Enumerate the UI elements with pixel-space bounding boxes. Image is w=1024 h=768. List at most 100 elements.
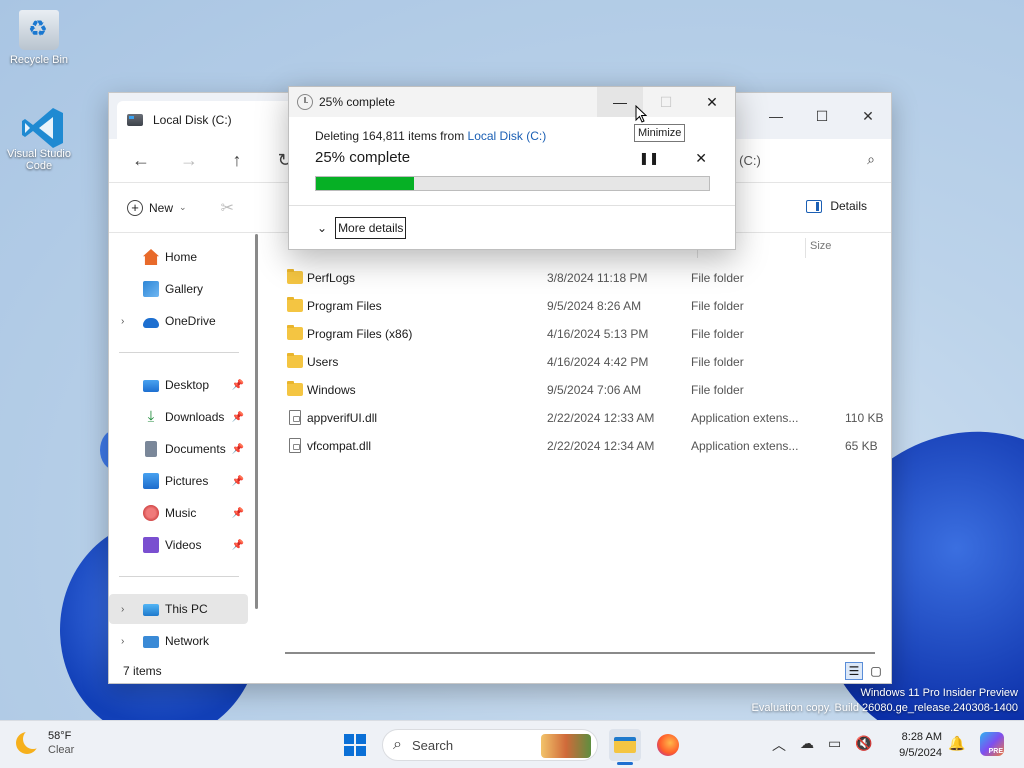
new-button[interactable]: + New ⌄ bbox=[127, 199, 187, 216]
sidebar-item-label: Documents bbox=[165, 442, 226, 456]
weather-widget[interactable]: 58°F Clear bbox=[16, 729, 74, 757]
chevron-up-icon[interactable]: ︿ bbox=[772, 735, 786, 755]
maximize-icon[interactable]: ☐ bbox=[799, 101, 845, 131]
cancel-icon[interactable]: ✕ bbox=[695, 150, 707, 167]
list-item[interactable]: Program Files 9/5/2024 8:26 AM File fold… bbox=[285, 292, 885, 320]
sidebar-item-network[interactable]: › Network bbox=[109, 626, 248, 656]
search-icon[interactable]: ⌕ bbox=[867, 151, 875, 168]
sidebar-item-label: Desktop bbox=[165, 378, 210, 392]
list-item[interactable]: Program Files (x86) 4/16/2024 5:13 PM Fi… bbox=[285, 320, 885, 348]
dll-file-icon bbox=[289, 438, 301, 453]
file-type: File folder bbox=[691, 355, 744, 369]
close-icon[interactable]: ✕ bbox=[845, 101, 891, 131]
pin-icon[interactable]: 📌 bbox=[232, 444, 244, 455]
column-header-size[interactable]: Size bbox=[810, 240, 831, 252]
details-label: Details bbox=[830, 199, 867, 213]
search-placeholder: Search bbox=[411, 737, 454, 753]
start-button[interactable] bbox=[344, 734, 366, 756]
column-divider bbox=[805, 238, 806, 258]
file-name: vfcompat.dll bbox=[307, 439, 372, 453]
file-date: 3/8/2024 11:18 PM bbox=[547, 271, 648, 285]
file-explorer-icon bbox=[614, 737, 636, 753]
sidebar-item-desktop[interactable]: Desktop 📌 bbox=[109, 370, 248, 400]
details-view-icon[interactable]: ☰ bbox=[845, 662, 863, 680]
mouse-cursor-icon bbox=[635, 105, 647, 123]
file-date: 2/22/2024 12:34 AM bbox=[547, 439, 655, 453]
taskbar-search[interactable]: ⌕ Search bbox=[382, 729, 598, 761]
chevron-right-icon[interactable]: › bbox=[121, 316, 124, 327]
copilot-button[interactable]: PRE bbox=[980, 732, 1004, 756]
dialog-title: 25% complete bbox=[319, 95, 396, 109]
sidebar-item-label: This PC bbox=[165, 602, 208, 616]
copilot-badge: PRE bbox=[988, 748, 1003, 755]
sidebar-item-label: Network bbox=[165, 634, 210, 648]
sidebar-divider bbox=[119, 352, 239, 353]
sidebar-item-this-pc[interactable]: › This PC bbox=[109, 594, 248, 624]
pin-icon[interactable]: 📌 bbox=[232, 508, 244, 519]
pause-icon[interactable]: ❚❚ bbox=[639, 151, 659, 165]
sidebar-item-gallery[interactable]: Gallery bbox=[109, 274, 248, 304]
minimize-tooltip: Minimize bbox=[634, 124, 686, 142]
network-offline-icon[interactable]: ☁ bbox=[800, 735, 814, 755]
watermark-line: Evaluation copy. Build 26080.ge_release.… bbox=[751, 702, 1018, 714]
sidebar-item-home[interactable]: Home bbox=[109, 242, 248, 272]
sidebar-item-videos[interactable]: Videos 📌 bbox=[109, 530, 248, 560]
sidebar-item-music[interactable]: Music 📌 bbox=[109, 498, 248, 528]
chevron-right-icon[interactable]: › bbox=[121, 604, 124, 615]
weather-temp: 58°F bbox=[48, 730, 72, 742]
sidebar-item-onedrive[interactable]: › OneDrive bbox=[109, 306, 248, 336]
chevron-right-icon[interactable]: › bbox=[121, 636, 124, 647]
horizontal-scrollbar[interactable] bbox=[285, 652, 875, 654]
list-item[interactable]: Users 4/16/2024 4:42 PM File folder bbox=[285, 348, 885, 376]
taskbar-firefox[interactable] bbox=[652, 729, 684, 761]
new-label: New bbox=[149, 200, 174, 215]
dialog-titlebar: 25% complete — ☐ ✕ bbox=[289, 87, 735, 117]
desktop-icon-recycle-bin[interactable]: Recycle Bin bbox=[1, 10, 77, 66]
list-item[interactable]: PerfLogs 3/8/2024 11:18 PM File folder bbox=[285, 264, 885, 292]
taskbar-clock[interactable]: 8:28 AM 9/5/2024 bbox=[890, 729, 942, 761]
tiles-view-icon[interactable]: ▢ bbox=[867, 662, 885, 680]
pin-icon[interactable]: 📌 bbox=[232, 540, 244, 551]
taskbar-file-explorer[interactable] bbox=[609, 729, 641, 765]
list-item[interactable]: appverifUI.dll 2/22/2024 12:33 AM Applic… bbox=[285, 404, 885, 432]
more-details-button[interactable]: More details bbox=[335, 216, 407, 239]
sidebar-scrollbar[interactable] bbox=[255, 234, 258, 609]
desktop-icon-vscode[interactable]: Visual Studio Code bbox=[1, 104, 77, 172]
list-item[interactable]: Windows 9/5/2024 7:06 AM File folder bbox=[285, 376, 885, 404]
pictures-icon bbox=[143, 473, 159, 489]
cut-icon[interactable]: ✂ bbox=[221, 198, 234, 218]
tab-local-disk[interactable]: Local Disk (C:) bbox=[117, 101, 297, 139]
up-icon[interactable]: ↑ bbox=[217, 145, 257, 177]
pin-icon[interactable]: 📌 bbox=[232, 476, 244, 487]
file-date: 4/16/2024 5:13 PM bbox=[547, 327, 649, 341]
source-link[interactable]: Local Disk (C:) bbox=[468, 129, 547, 143]
clock-time: 8:28 AM bbox=[901, 731, 942, 743]
file-date: 9/5/2024 8:26 AM bbox=[547, 299, 642, 313]
notification-bell-icon[interactable]: 🔔 bbox=[948, 735, 965, 752]
pin-icon[interactable]: 📌 bbox=[232, 412, 244, 423]
forward-icon[interactable]: → bbox=[169, 145, 209, 177]
details-button[interactable]: Details bbox=[806, 199, 867, 213]
system-tray: ︿ ☁ ▭ 🔇 bbox=[772, 735, 873, 755]
search-highlight-icon bbox=[541, 734, 591, 758]
sidebar-item-label: Home bbox=[165, 250, 198, 264]
display-icon[interactable]: ▭ bbox=[828, 735, 841, 755]
home-icon bbox=[143, 249, 159, 265]
sidebar-item-pictures[interactable]: Pictures 📌 bbox=[109, 466, 248, 496]
maximize-icon[interactable]: ☐ bbox=[643, 87, 689, 117]
pin-icon[interactable]: 📌 bbox=[232, 380, 244, 391]
minimize-icon[interactable]: — bbox=[753, 101, 799, 131]
sidebar-item-label: Gallery bbox=[165, 282, 204, 296]
close-icon[interactable]: ✕ bbox=[689, 87, 735, 117]
file-type: Application extens... bbox=[691, 439, 799, 453]
back-icon[interactable]: ← bbox=[121, 145, 161, 177]
sidebar-item-documents[interactable]: Documents 📌 bbox=[109, 434, 248, 464]
list-item[interactable]: vfcompat.dll 2/22/2024 12:34 AM Applicat… bbox=[285, 432, 885, 460]
file-name: appverifUI.dll bbox=[307, 411, 378, 425]
sidebar-item-downloads[interactable]: ⤓ Downloads 📌 bbox=[109, 402, 248, 432]
music-icon bbox=[143, 505, 159, 521]
volume-muted-icon[interactable]: 🔇 bbox=[855, 735, 872, 755]
network-icon bbox=[143, 636, 159, 648]
drive-icon bbox=[127, 114, 143, 126]
progress-fill bbox=[316, 177, 415, 190]
